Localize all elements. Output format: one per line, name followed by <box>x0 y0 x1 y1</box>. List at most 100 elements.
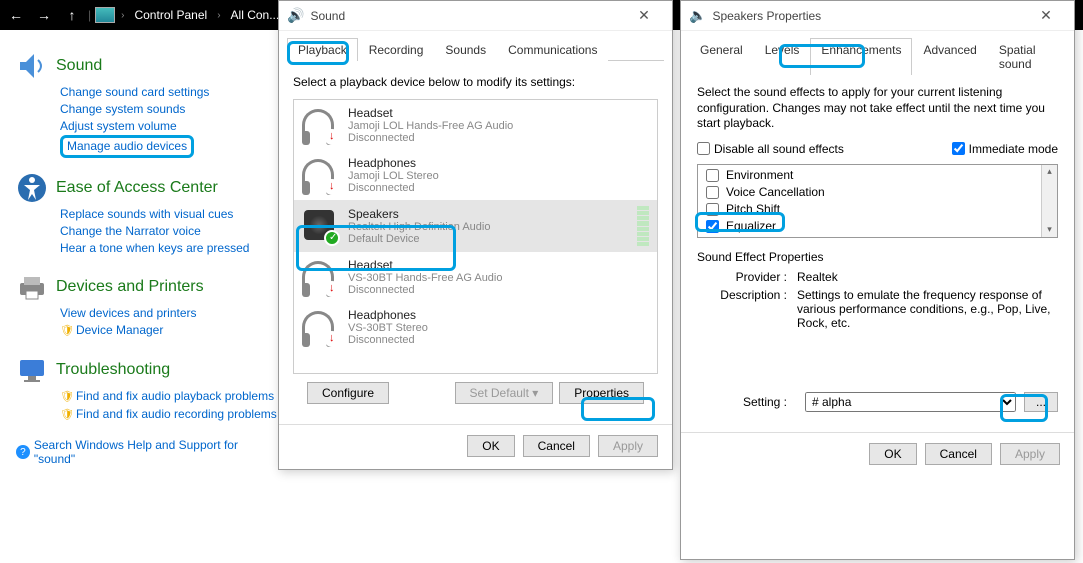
disable-all-checkbox[interactable]: Disable all sound effects <box>697 142 844 156</box>
fx-equalizer[interactable]: Equalizer <box>702 218 1037 235</box>
playback-instruction: Select a playback device below to modify… <box>293 75 658 89</box>
headset-icon <box>302 259 338 295</box>
close-button[interactable]: ✕ <box>1026 7 1066 24</box>
breadcrumb-all[interactable]: All Con... <box>227 8 284 22</box>
help-icon: ? <box>16 445 30 459</box>
device-status: Disconnected <box>348 182 649 194</box>
back-arrow-icon[interactable]: ← <box>4 7 28 23</box>
props-tabs: General Levels Enhancements Advanced Spa… <box>689 37 1066 75</box>
device-sub: VS-30BT Hands-Free AG Audio <box>348 272 649 284</box>
link-manage-audio-devices[interactable]: Manage audio devices <box>67 138 187 155</box>
fx-environment[interactable]: Environment <box>702 167 1037 184</box>
search-help-link[interactable]: ? Search Windows Help and Support for "s… <box>16 438 280 466</box>
link-tone-keys[interactable]: Hear a tone when keys are pressed <box>60 240 280 257</box>
device-status: Disconnected <box>348 284 649 296</box>
fx-pitch-shift[interactable]: Pitch Shift <box>702 201 1037 218</box>
device-status: Disconnected <box>348 334 649 346</box>
link-view-devices[interactable]: View devices and printers <box>60 305 280 322</box>
device-sub: VS-30BT Stereo <box>348 322 649 334</box>
tab-advanced[interactable]: Advanced <box>912 38 987 75</box>
category-devices-title[interactable]: Devices and Printers <box>56 278 204 296</box>
device-name: Headphones <box>348 156 649 170</box>
link-adjust-volume[interactable]: Adjust system volume <box>60 118 280 135</box>
set-default-button[interactable]: Set Default ▾ <box>455 382 554 404</box>
provider-value: Realtek <box>797 270 1058 284</box>
immediate-mode-checkbox[interactable]: Immediate mode <box>952 142 1058 156</box>
link-replace-sounds[interactable]: Replace sounds with visual cues <box>60 206 280 223</box>
headset-icon <box>302 107 338 143</box>
ease-of-access-icon <box>16 172 48 204</box>
ok-button[interactable]: OK <box>869 443 916 465</box>
description-label: Description : <box>697 288 797 330</box>
enhancement-description: Select the sound effects to apply for yo… <box>697 85 1058 132</box>
forward-arrow-icon[interactable]: → <box>32 7 56 23</box>
device-status: Default Device <box>348 233 627 245</box>
search-help-text: Search Windows Help and Support for "sou… <box>34 438 280 466</box>
device-sub: Jamoji LOL Stereo <box>348 170 649 182</box>
setting-label: Setting : <box>697 395 797 409</box>
tab-recording[interactable]: Recording <box>358 38 435 61</box>
device-row[interactable]: HeadphonesJamoji LOL StereoDisconnected <box>294 150 657 200</box>
device-name: Speakers <box>348 207 627 221</box>
breadcrumb-control-panel[interactable]: Control Panel <box>130 8 211 22</box>
device-sub: Jamoji LOL Hands-Free AG Audio <box>348 120 649 132</box>
tab-general[interactable]: General <box>689 38 754 75</box>
speaker-icon: 🔊 <box>287 7 304 24</box>
device-row[interactable]: HeadsetVS-30BT Hands-Free AG AudioDiscon… <box>294 252 657 302</box>
cancel-button[interactable]: Cancel <box>925 443 992 465</box>
up-arrow-icon[interactable]: ↑ <box>60 7 84 23</box>
tab-playback[interactable]: Playback <box>287 38 358 61</box>
fx-voice-cancel[interactable]: Voice Cancellation <box>702 184 1037 201</box>
playback-device-list: HeadsetJamoji LOL Hands-Free AG AudioDis… <box>293 99 658 374</box>
sound-effect-properties-label: Sound Effect Properties <box>697 250 1058 264</box>
device-status: Disconnected <box>348 132 649 144</box>
device-row-selected[interactable]: SpeakersRealtek High Definition AudioDef… <box>294 200 657 252</box>
ok-button[interactable]: OK <box>467 435 514 457</box>
control-panel-sidebar: Sound Change sound card settings Change … <box>0 30 290 476</box>
tab-enhancements[interactable]: Enhancements <box>810 38 912 75</box>
scroll-down-icon[interactable]: ▾ <box>1047 223 1052 237</box>
category-ease-title[interactable]: Ease of Access Center <box>56 179 218 197</box>
speakers-properties-dialog: 🔈 Speakers Properties ✕ General Levels E… <box>680 0 1075 560</box>
sound-tabs: Playback Recording Sounds Communications <box>287 37 664 61</box>
sound-dialog: 🔊 Sound ✕ Playback Recording Sounds Comm… <box>278 0 673 470</box>
device-sub: Realtek High Definition Audio <box>348 221 627 233</box>
apply-button[interactable]: Apply <box>598 435 658 457</box>
properties-button[interactable]: Properties <box>559 382 644 404</box>
link-device-manager[interactable]: Device Manager <box>60 322 280 340</box>
cancel-button[interactable]: Cancel <box>523 435 590 457</box>
speaker-icon: 🔈 <box>689 7 706 24</box>
speakers-icon <box>302 208 338 244</box>
link-fix-playback[interactable]: Find and fix audio playback problems <box>60 388 280 406</box>
scroll-up-icon[interactable]: ▴ <box>1047 165 1052 179</box>
devices-printers-icon <box>16 271 48 303</box>
setting-more-button[interactable]: ... <box>1024 392 1058 412</box>
props-dialog-title: Speakers Properties <box>712 9 1026 23</box>
device-row[interactable]: HeadsetJamoji LOL Hands-Free AG AudioDis… <box>294 100 657 150</box>
link-change-system-sounds[interactable]: Change system sounds <box>60 101 280 118</box>
category-sound-title[interactable]: Sound <box>56 57 102 75</box>
device-row[interactable]: HeadphonesVS-30BT StereoDisconnected <box>294 302 657 352</box>
tab-levels[interactable]: Levels <box>754 38 811 75</box>
apply-button[interactable]: Apply <box>1000 443 1060 465</box>
device-name: Headphones <box>348 308 649 322</box>
configure-button[interactable]: Configure <box>307 382 389 404</box>
description-value: Settings to emulate the frequency respon… <box>797 288 1058 330</box>
category-trouble-title[interactable]: Troubleshooting <box>56 361 170 379</box>
scrollbar[interactable]: ▴▾ <box>1041 165 1057 237</box>
tab-sounds[interactable]: Sounds <box>434 38 497 61</box>
link-fix-recording[interactable]: Find and fix audio recording problems <box>60 406 280 424</box>
provider-label: Provider : <box>697 270 797 284</box>
device-name: Headset <box>348 106 649 120</box>
close-button[interactable]: ✕ <box>624 7 664 24</box>
setting-select[interactable]: # alpha <box>805 392 1016 412</box>
volume-meter <box>637 206 649 246</box>
tab-communications[interactable]: Communications <box>497 38 608 61</box>
headphones-icon <box>302 309 338 345</box>
tab-spatial[interactable]: Spatial sound <box>988 38 1066 75</box>
troubleshooting-icon <box>16 354 48 386</box>
sound-icon <box>16 50 48 82</box>
link-narrator[interactable]: Change the Narrator voice <box>60 223 280 240</box>
link-change-sound-card[interactable]: Change sound card settings <box>60 84 280 101</box>
chevron-right-icon: › <box>215 10 222 21</box>
